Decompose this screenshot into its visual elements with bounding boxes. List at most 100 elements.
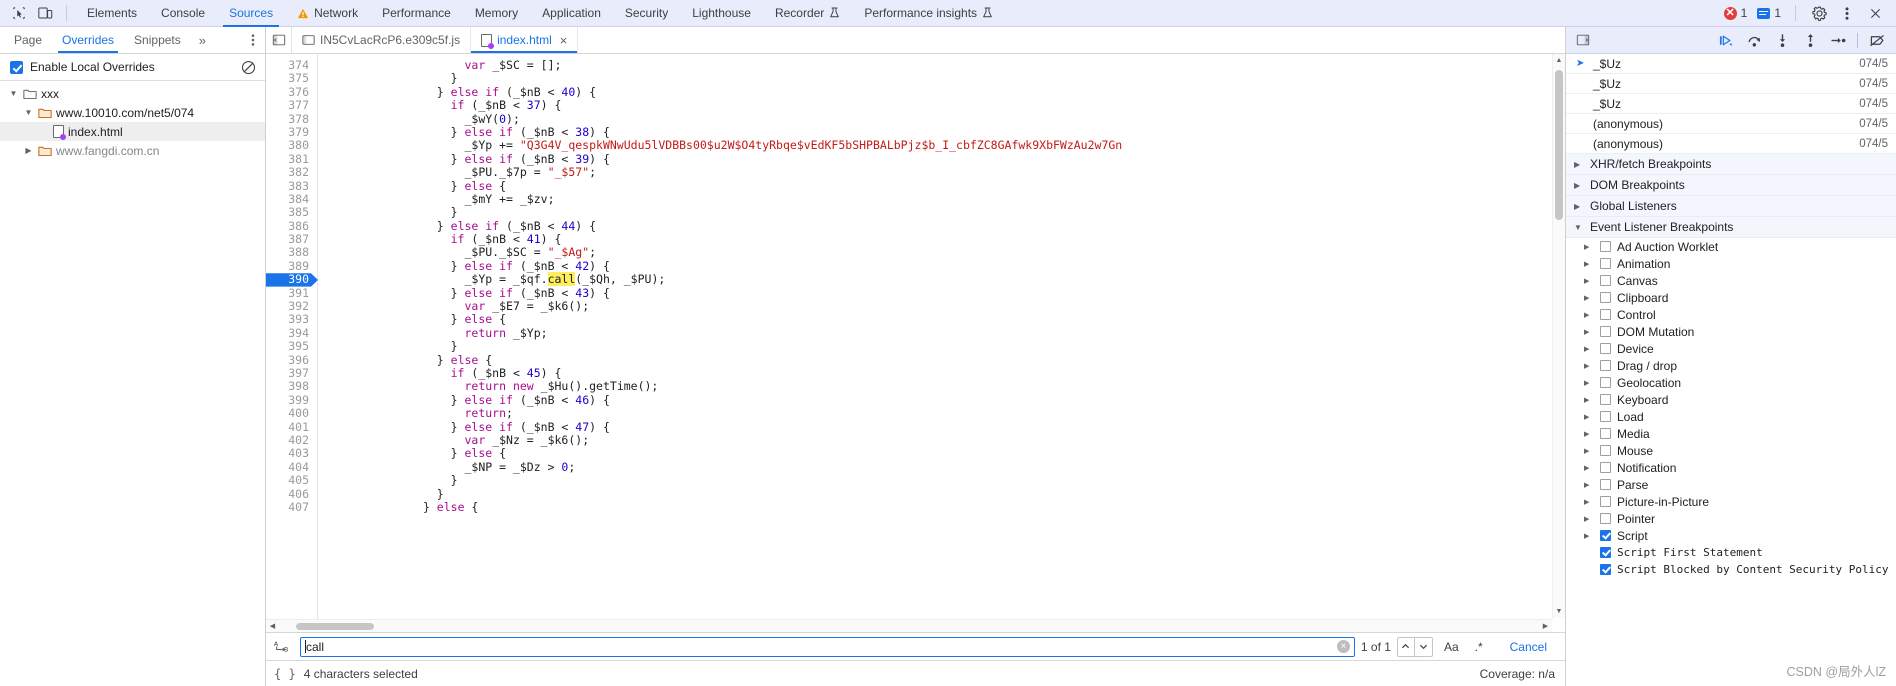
- code-line[interactable]: _$NP = _$Dz > 0;: [326, 460, 1565, 474]
- tab-memory[interactable]: Memory: [463, 0, 530, 27]
- code-line[interactable]: }: [326, 487, 1565, 501]
- chevron-right-icon[interactable]: ▶: [23, 146, 34, 155]
- event-breakpoint-script-blocked-by-content-security-policy[interactable]: Script Blocked by Content Security Polic…: [1566, 561, 1896, 578]
- event-breakpoint-checkbox[interactable]: [1600, 564, 1611, 575]
- event-category-checkbox[interactable]: [1600, 479, 1611, 490]
- line-number[interactable]: 374: [266, 58, 309, 72]
- more-options-icon[interactable]: [1834, 2, 1860, 24]
- line-number[interactable]: 404: [266, 460, 309, 474]
- line-number[interactable]: 393: [266, 313, 309, 326]
- clear-search-icon[interactable]: ×: [1336, 640, 1350, 653]
- line-number[interactable]: 385: [266, 206, 309, 219]
- code-line[interactable]: }: [326, 473, 1565, 487]
- event-category-drag-drop[interactable]: ▶ Drag / drop: [1566, 357, 1896, 374]
- section-event-listener-breakpoints[interactable]: ▼ Event Listener Breakpoints: [1566, 217, 1896, 238]
- clear-configuration-icon[interactable]: [239, 58, 257, 76]
- chevron-down-icon[interactable]: ▼: [8, 89, 19, 98]
- event-category-device[interactable]: ▶ Device: [1566, 340, 1896, 357]
- inspect-cursor-icon[interactable]: [6, 2, 32, 24]
- tab-security[interactable]: Security: [613, 0, 680, 27]
- line-number[interactable]: 388: [266, 246, 309, 259]
- code-line[interactable]: } else if (_$nB < 42) {: [326, 259, 1565, 273]
- pretty-print-icon[interactable]: { }: [274, 667, 296, 681]
- code-line[interactable]: _$Yp += "Q3G4V_qespkWNwUdu5lVDBBs00$u2W$…: [326, 139, 1565, 152]
- event-category-checkbox[interactable]: [1600, 343, 1611, 354]
- navigator-tab-overrides[interactable]: Overrides: [52, 27, 124, 53]
- line-number[interactable]: 405: [266, 473, 309, 487]
- code-line[interactable]: _$wY(0);: [326, 112, 1565, 126]
- code-line[interactable]: var _$SC = [];: [326, 58, 1565, 72]
- tab-performance[interactable]: Performance: [370, 0, 463, 27]
- code-line[interactable]: return;: [326, 406, 1565, 420]
- event-category-checkbox[interactable]: [1600, 462, 1611, 473]
- chevron-right-icon[interactable]: ▶: [1584, 328, 1594, 336]
- scroll-up-arrow[interactable]: ▲: [1553, 54, 1565, 67]
- navigator-more-options-icon[interactable]: [241, 29, 265, 51]
- device-toggle-icon[interactable]: [32, 2, 58, 24]
- call-stack-frame[interactable]: ➤(anonymous)074/5: [1566, 114, 1896, 134]
- code-line[interactable]: } else {: [326, 179, 1565, 193]
- event-category-checkbox[interactable]: [1600, 428, 1611, 439]
- tab-sources[interactable]: Sources: [217, 0, 285, 27]
- line-number[interactable]: 377: [266, 98, 309, 112]
- enable-overrides-checkbox[interactable]: [10, 60, 23, 74]
- resume-script-button[interactable]: [1713, 29, 1739, 51]
- event-category-dom-mutation[interactable]: ▶ DOM Mutation: [1566, 323, 1896, 340]
- step-into-button[interactable]: [1769, 29, 1795, 51]
- event-category-checkbox[interactable]: [1600, 275, 1611, 286]
- section-xhr-fetch-breakpoints[interactable]: ▶ XHR/fetch Breakpoints: [1566, 154, 1896, 175]
- line-number[interactable]: 387: [266, 232, 309, 246]
- code-line[interactable]: if (_$nB < 45) {: [326, 366, 1565, 380]
- call-stack-frame[interactable]: ➤_$Uz074/5: [1566, 74, 1896, 94]
- chevron-right-icon[interactable]: ▶: [1574, 202, 1585, 211]
- event-category-checkbox[interactable]: [1600, 241, 1611, 252]
- tree-folder-xxx[interactable]: ▼ xxx: [0, 84, 265, 103]
- event-category-checkbox[interactable]: [1600, 360, 1611, 371]
- event-category-checkbox[interactable]: [1600, 513, 1611, 524]
- navigator-more-tabs[interactable]: »: [191, 33, 214, 48]
- line-number[interactable]: 397: [266, 366, 309, 380]
- call-stack-frame[interactable]: ➤_$Uz074/5: [1566, 54, 1896, 74]
- show-navigator-icon[interactable]: [266, 27, 292, 53]
- code-line[interactable]: } else if (_$nB < 43) {: [326, 286, 1565, 300]
- event-category-canvas[interactable]: ▶ Canvas: [1566, 272, 1896, 289]
- tab-application[interactable]: Application: [530, 0, 613, 27]
- step-button[interactable]: [1825, 29, 1851, 51]
- event-category-checkbox[interactable]: [1600, 326, 1611, 337]
- section-dom-breakpoints[interactable]: ▶ DOM Breakpoints: [1566, 175, 1896, 196]
- event-category-geolocation[interactable]: ▶ Geolocation: [1566, 374, 1896, 391]
- chevron-right-icon[interactable]: ▶: [1584, 294, 1594, 302]
- code-line[interactable]: if (_$nB < 41) {: [326, 232, 1565, 246]
- close-devtools-icon[interactable]: [1862, 2, 1888, 24]
- line-number[interactable]: 400: [266, 406, 309, 420]
- chevron-right-icon[interactable]: ▶: [1584, 515, 1594, 523]
- line-number[interactable]: 382: [266, 165, 309, 179]
- vertical-scroll-thumb[interactable]: [1555, 70, 1563, 220]
- event-category-checkbox[interactable]: [1600, 292, 1611, 303]
- line-number[interactable]: 376: [266, 85, 309, 99]
- code-line[interactable]: if (_$nB < 37) {: [326, 98, 1565, 112]
- editor-vertical-scrollbar[interactable]: ▲ ▼: [1552, 54, 1565, 618]
- error-count-badge[interactable]: ✕ 1: [1720, 6, 1752, 20]
- event-category-checkbox[interactable]: [1600, 394, 1611, 405]
- event-category-notification[interactable]: ▶ Notification: [1566, 459, 1896, 476]
- tree-file-index.html[interactable]: ▶index.html: [0, 122, 265, 141]
- event-category-checkbox[interactable]: [1600, 411, 1611, 422]
- line-number[interactable]: 381: [266, 152, 309, 166]
- chevron-right-icon[interactable]: ▶: [1584, 277, 1594, 285]
- line-number[interactable]: 392: [266, 299, 309, 313]
- step-over-button[interactable]: [1741, 29, 1767, 51]
- event-category-media[interactable]: ▶ Media: [1566, 425, 1896, 442]
- event-category-checkbox[interactable]: [1600, 496, 1611, 507]
- event-category-picture-in-picture[interactable]: ▶ Picture-in-Picture: [1566, 493, 1896, 510]
- event-category-script[interactable]: ▶ Script: [1566, 527, 1896, 544]
- editor-tab-in5cvlacrcp6-e309c5f-js[interactable]: IN5CvLacRcP6.e309c5f.js: [292, 27, 472, 53]
- line-number[interactable]: 386: [266, 219, 309, 233]
- tab-recorder[interactable]: Recorder: [763, 0, 852, 27]
- code-line[interactable]: var _$E7 = _$k6();: [326, 299, 1565, 313]
- event-category-checkbox[interactable]: [1600, 530, 1611, 541]
- code-line[interactable]: } else if (_$nB < 46) {: [326, 393, 1565, 407]
- line-number[interactable]: 379: [266, 125, 309, 139]
- scroll-left-arrow[interactable]: ◀: [266, 622, 279, 630]
- line-number[interactable]: 380: [266, 139, 309, 152]
